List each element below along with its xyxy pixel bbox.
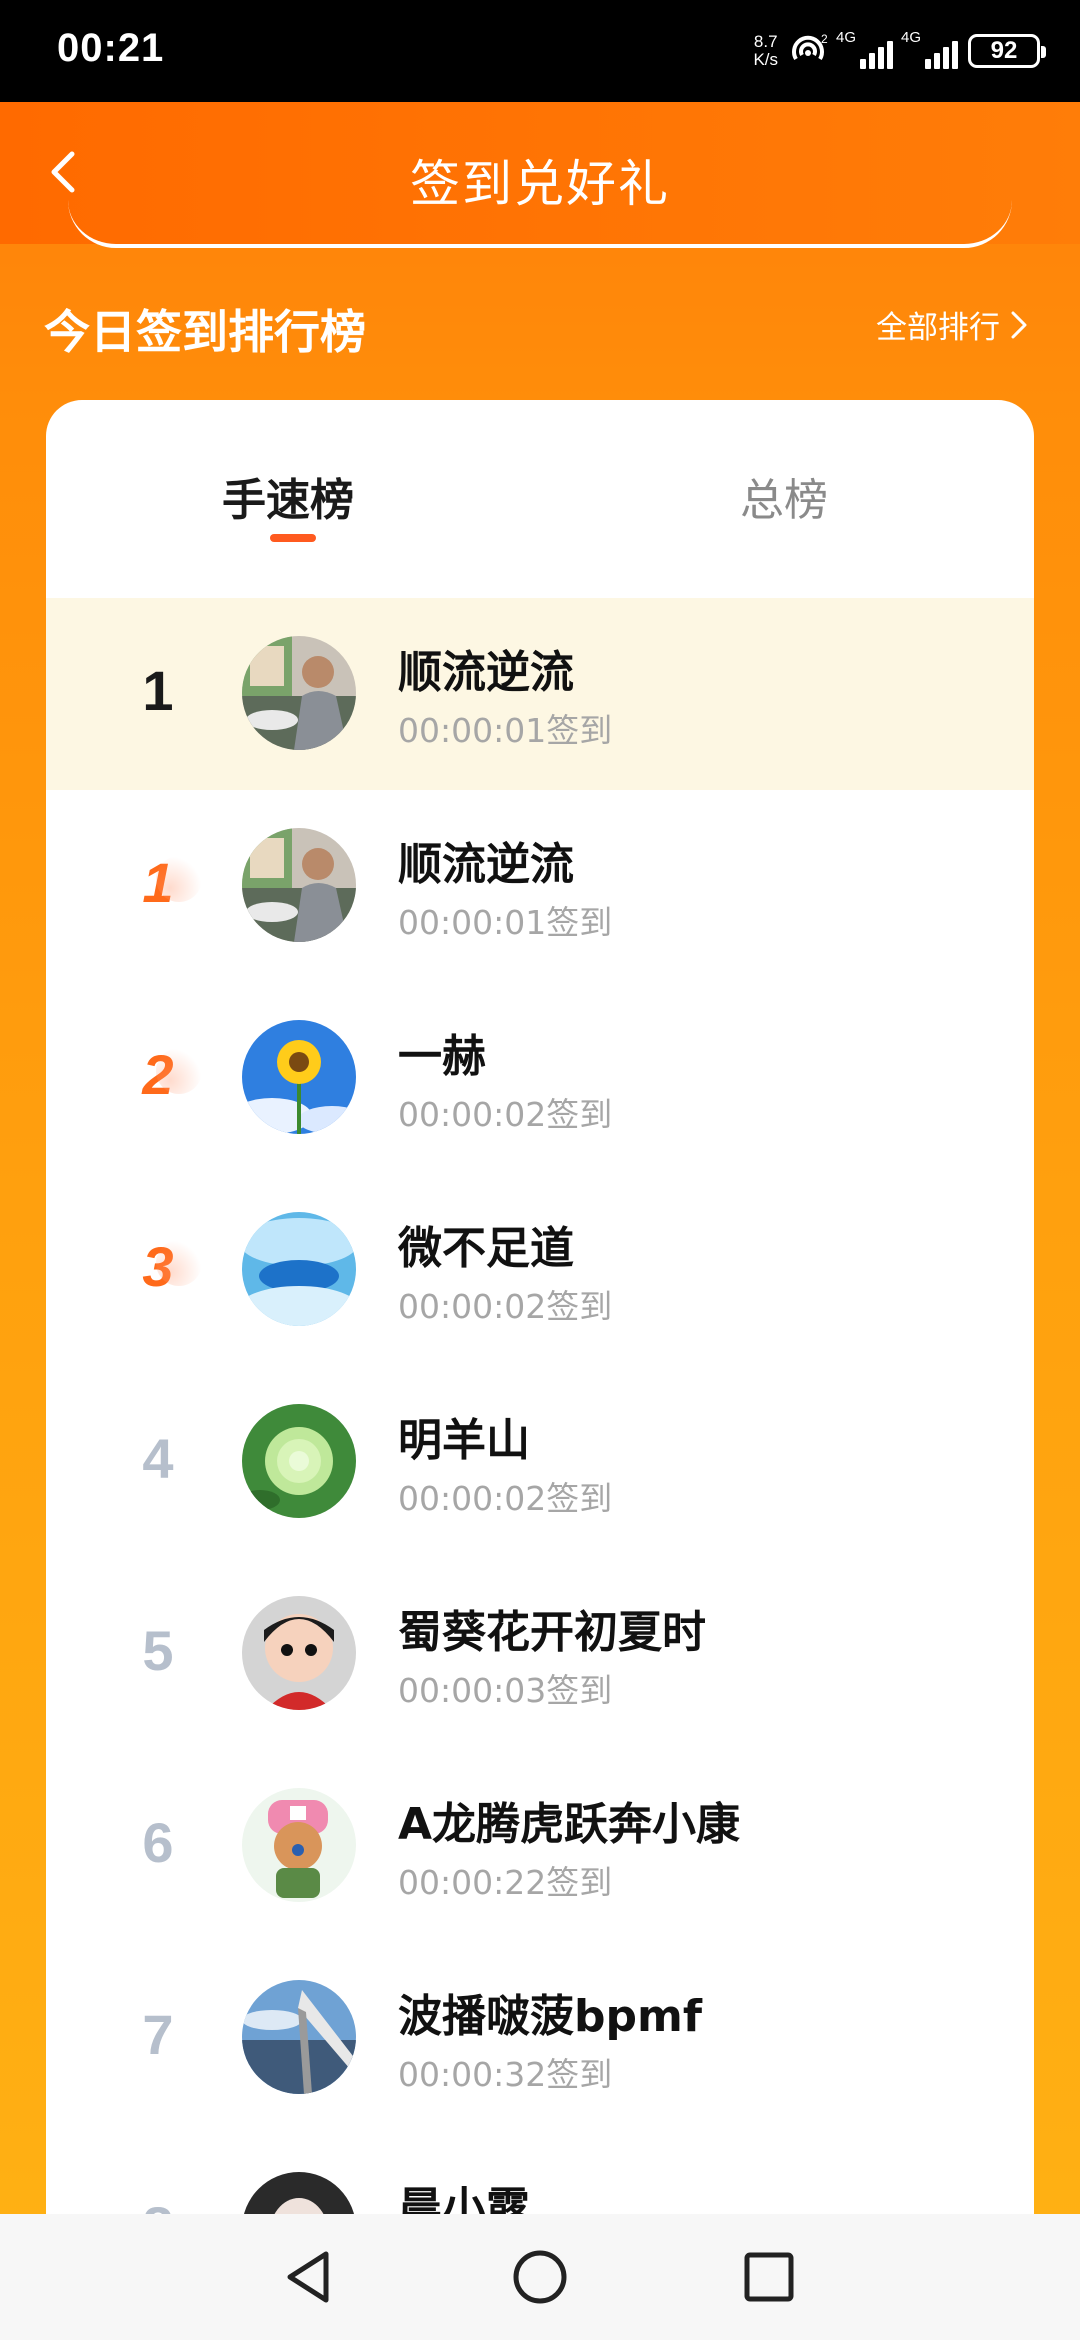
- hotspot-icon: 2: [792, 32, 828, 61]
- user-name: 蜀葵花开初夏时: [398, 1607, 706, 1658]
- signal-strength-icon: 4G: [836, 29, 893, 69]
- rank-number: 4: [142, 1427, 174, 1490]
- list-item[interactable]: 5 蜀葵花开初夏时 00:00:03签到: [46, 1558, 1034, 1750]
- triangle-back-icon[interactable]: [278, 2246, 340, 2308]
- rank-number: 6: [142, 1811, 174, 1874]
- list-item[interactable]: 2 一赫 00:00:02签到: [46, 982, 1034, 1174]
- my-rank-row[interactable]: 1 顺流逆流 00:00:01签到: [46, 598, 1034, 790]
- checkin-time: 00:00:03签到: [398, 1671, 613, 1710]
- network-speed: 8.7 K/s: [753, 33, 778, 69]
- list-item[interactable]: 1 顺流逆流 00:00:01签到: [46, 790, 1034, 982]
- all-rank-link[interactable]: 全部排行: [876, 302, 1028, 347]
- user-name: 顺流逆流: [398, 647, 574, 698]
- tab-speed-rank[interactable]: 手速榜: [222, 464, 354, 528]
- checkin-time: 00:00:32签到: [398, 2055, 613, 2094]
- list-item[interactable]: 4 明羊山 00:00:02签到: [46, 1366, 1034, 1558]
- circle-home-icon[interactable]: [509, 2246, 571, 2308]
- avatar: [242, 1020, 356, 1134]
- leaderboard-tabs: 手速榜 总榜: [46, 400, 1034, 598]
- status-icons: 8.7 K/s 2 4G 4G 92: [753, 28, 1046, 74]
- active-tab-indicator: [270, 534, 316, 542]
- avatar: [242, 636, 356, 750]
- signal-strength-icon-2: 4G: [901, 29, 958, 69]
- previous-card-edge: [68, 200, 1012, 248]
- status-time: 00:21: [57, 26, 165, 70]
- rank-medal-number: 2: [98, 1042, 218, 1107]
- user-name: 波播啵菠bpmf: [398, 1991, 702, 2042]
- square-recents-icon[interactable]: [738, 2246, 800, 2308]
- net-speed-value: 8.7: [753, 32, 778, 51]
- system-navigation-bar: [0, 2214, 1080, 2340]
- battery-level: 92: [990, 37, 1018, 64]
- rank-medal-number: 3: [98, 1234, 218, 1299]
- signal-type-2: 4G: [901, 29, 922, 46]
- avatar: [242, 1212, 356, 1326]
- avatar: [242, 1788, 356, 1902]
- signal-type-1: 4G: [836, 29, 857, 46]
- rank-medal-number: 1: [98, 850, 218, 915]
- checkin-time: 00:00:01签到: [398, 903, 613, 942]
- checkin-time: 00:00:02签到: [398, 1479, 613, 1518]
- avatar: [242, 1596, 356, 1710]
- rank-number: 7: [142, 2003, 174, 2066]
- avatar: [242, 1980, 356, 2094]
- checkin-time: 00:00:02签到: [398, 1287, 613, 1326]
- svg-text:2: 2: [821, 32, 828, 46]
- list-item[interactable]: 6 A龙腾虎跃奔小康 00:00:22签到: [46, 1750, 1034, 1942]
- chevron-right-icon: [1011, 311, 1027, 338]
- user-name: 微不足道: [398, 1223, 574, 1274]
- list-item[interactable]: 7 波播啵菠bpmf 00:00:32签到: [46, 1942, 1034, 2134]
- checkin-time: 00:00:22签到: [398, 1863, 613, 1902]
- user-name: 顺流逆流: [398, 839, 574, 890]
- list-item[interactable]: 3 微不足道 00:00:02签到: [46, 1174, 1034, 1366]
- user-name: 一赫: [398, 1031, 486, 1082]
- checkin-time: 00:00:02签到: [398, 1095, 613, 1134]
- section-title: 今日签到排行榜: [44, 305, 366, 359]
- rank-number: 1: [142, 659, 174, 722]
- user-name: 明羊山: [398, 1415, 530, 1466]
- status-bar: 00:21 8.7 K/s 2 4G 4G 92: [0, 0, 1080, 102]
- avatar: [242, 1404, 356, 1518]
- all-rank-label: 全部排行: [876, 310, 1000, 346]
- checkin-time: 00:00:01签到: [398, 711, 613, 750]
- avatar: [242, 828, 356, 942]
- net-speed-unit: K/s: [753, 50, 778, 69]
- battery-icon: 92: [968, 34, 1046, 68]
- rank-number: 5: [142, 1619, 174, 1682]
- user-name: A龙腾虎跃奔小康: [398, 1799, 741, 1850]
- leaderboard-card: 手速榜 总榜 1 顺流逆流 00:00:01签到 1 顺流逆流 00:00:01…: [46, 400, 1034, 2240]
- tab-total-rank[interactable]: 总榜: [740, 464, 828, 528]
